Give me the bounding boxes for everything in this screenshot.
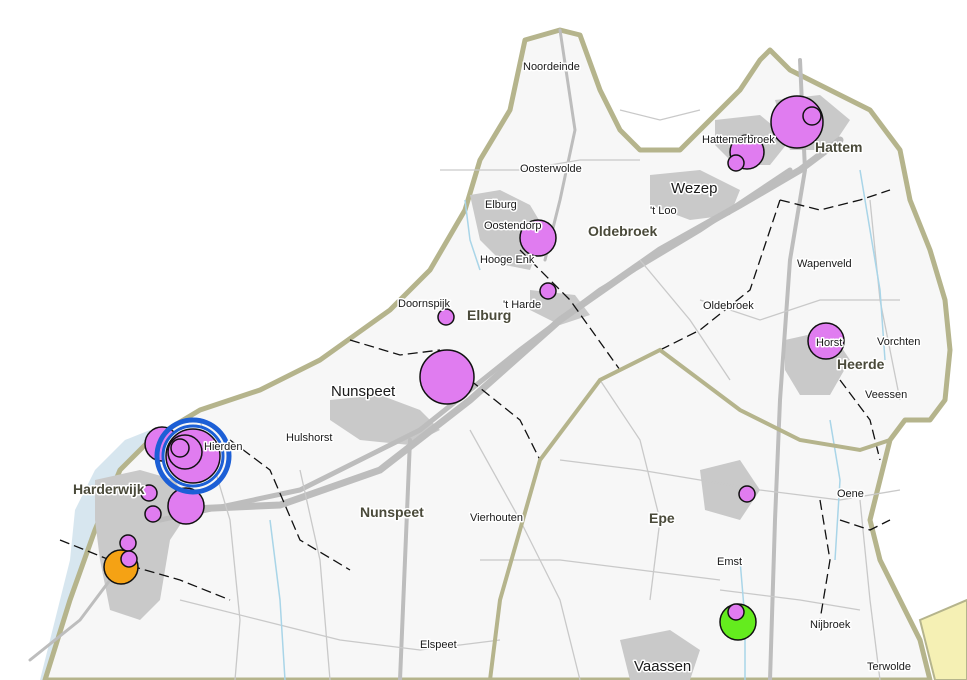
label-muni-hattem: Hattem bbox=[815, 139, 862, 155]
label-muni-epe: Epe bbox=[649, 510, 675, 526]
marker-harderwijk-c[interactable] bbox=[144, 505, 162, 523]
label-vaassen: Vaassen bbox=[634, 658, 691, 675]
label-hooge-enk: Hooge Enk bbox=[480, 254, 535, 266]
label-hattemerbroek: Hattemerbroek bbox=[702, 134, 775, 146]
marker-epe[interactable] bbox=[738, 485, 756, 503]
map-canvas[interactable]: Noordeinde Oosterwolde Elburg Oostendorp… bbox=[0, 0, 967, 680]
label-noordeinde: Noordeinde bbox=[523, 61, 580, 73]
label-veessen: Veessen bbox=[865, 389, 907, 401]
marker-emst-small[interactable] bbox=[727, 603, 745, 621]
label-t-loo: 't Loo bbox=[650, 205, 677, 217]
label-oosterwolde: Oosterwolde bbox=[520, 163, 582, 175]
marker-hattemerbroek-small[interactable] bbox=[727, 154, 745, 172]
label-emst: Emst bbox=[717, 556, 742, 568]
label-muni-harderwijk: Harderwijk bbox=[73, 481, 145, 497]
label-hulshorst: Hulshorst bbox=[286, 432, 332, 444]
label-terwolde: Terwolde bbox=[867, 661, 911, 673]
marker-doornspijk[interactable] bbox=[437, 308, 455, 326]
label-elburg-town: Elburg bbox=[485, 199, 517, 211]
marker-harderwijk-f[interactable] bbox=[120, 550, 138, 568]
label-muni-oldebroek: Oldebroek bbox=[588, 223, 657, 239]
marker-harderwijk-e[interactable] bbox=[119, 534, 137, 552]
label-hierden: Hierden bbox=[204, 441, 243, 453]
label-wezep: Wezep bbox=[671, 180, 717, 197]
label-nunspeet-town: Nunspeet bbox=[331, 383, 396, 400]
label-muni-elburg: Elburg bbox=[467, 307, 511, 323]
label-oene: Oene bbox=[837, 488, 864, 500]
marker-harderwijk-selected-inner-b bbox=[170, 438, 190, 458]
label-elspeet: Elspeet bbox=[420, 639, 457, 651]
label-horst: Horst bbox=[816, 337, 842, 349]
label-doornspijk: Doornspijk bbox=[398, 298, 450, 310]
marker-hattem-small[interactable] bbox=[802, 106, 822, 126]
label-muni-nunspeet: Nunspeet bbox=[360, 504, 424, 520]
label-oldebroek-town: Oldebroek bbox=[703, 300, 754, 312]
marker-nunspeet[interactable] bbox=[419, 349, 475, 405]
label-oostendorp: Oostendorp bbox=[484, 220, 541, 232]
selected-marker-group[interactable] bbox=[154, 417, 232, 495]
label-nijbroek: Nijbroek bbox=[810, 619, 851, 631]
label-vierhouten: Vierhouten bbox=[470, 512, 523, 524]
marker-t-harde[interactable] bbox=[539, 282, 557, 300]
label-wapenveld: Wapenveld bbox=[797, 258, 852, 270]
label-muni-heerde: Heerde bbox=[837, 356, 885, 372]
label-vorchten: Vorchten bbox=[877, 336, 920, 348]
